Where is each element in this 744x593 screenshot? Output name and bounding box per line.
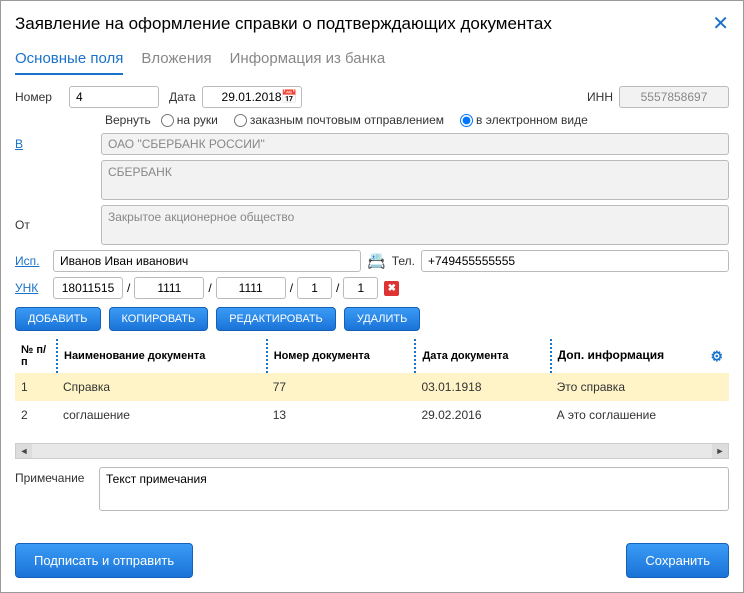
tel-label: Тел.: [392, 254, 415, 268]
cell: 03.01.1918: [415, 373, 550, 401]
save-button[interactable]: Сохранить: [626, 543, 729, 578]
unk-1[interactable]: [53, 277, 123, 299]
col-info-label: Доп. информация: [558, 348, 665, 362]
note-label: Примечание: [15, 467, 93, 511]
cell: 13: [267, 401, 416, 429]
from-input: Закрытое акционерное общество: [101, 205, 729, 245]
col-name[interactable]: Наименование документа: [57, 339, 267, 373]
unk-2[interactable]: [134, 277, 204, 299]
col-n[interactable]: № п/п: [15, 339, 57, 373]
add-contact-icon[interactable]: 📇: [367, 252, 386, 270]
col-date[interactable]: Дата документа: [415, 339, 550, 373]
sep: /: [127, 281, 130, 295]
radio-hands[interactable]: на руки: [161, 113, 218, 127]
unk-4[interactable]: [297, 277, 332, 299]
table-row[interactable]: 2 соглашение 13 29.02.2016 А это соглаше…: [15, 401, 729, 429]
isp-label[interactable]: Исп.: [15, 254, 47, 268]
tabs: Основные поля Вложения Информация из бан…: [1, 44, 743, 76]
from-label: От: [15, 218, 95, 232]
tel-input[interactable]: [421, 250, 729, 272]
tab-bankinfo[interactable]: Информация из банка: [230, 50, 386, 75]
radio-electronic[interactable]: в электронном виде: [460, 113, 588, 127]
cell: 77: [267, 373, 416, 401]
date-label: Дата: [169, 90, 196, 104]
scroll-left-icon[interactable]: ◄: [16, 444, 32, 458]
gear-icon[interactable]: ⚙: [710, 348, 723, 365]
scroll-right-icon[interactable]: ►: [712, 444, 728, 458]
cell: Это справка: [551, 373, 729, 401]
unk-5[interactable]: [343, 277, 378, 299]
radio-post[interactable]: заказным почтовым отправлением: [234, 113, 444, 127]
cell: А это соглашение: [551, 401, 729, 429]
radio-hands-label: на руки: [177, 113, 218, 127]
inn-label: ИНН: [587, 90, 613, 104]
to-extra: СБЕРБАНК: [101, 160, 729, 200]
delete-unk-icon[interactable]: ✖: [384, 281, 399, 296]
documents-table: № п/п Наименование документа Номер докум…: [15, 339, 729, 429]
unk-label[interactable]: УНК: [15, 281, 47, 295]
delete-button[interactable]: УДАЛИТЬ: [344, 307, 421, 331]
number-input[interactable]: [69, 86, 159, 108]
tab-main[interactable]: Основные поля: [15, 50, 123, 75]
date-input[interactable]: [202, 86, 302, 108]
close-icon[interactable]: ✕: [712, 11, 729, 36]
cell: 29.02.2016: [415, 401, 550, 429]
cell: соглашение: [57, 401, 267, 429]
note-input[interactable]: Текст примечания: [99, 467, 729, 511]
number-label: Номер: [15, 90, 63, 104]
cell: 2: [15, 401, 57, 429]
col-info[interactable]: Доп. информация ⚙: [551, 339, 729, 373]
to-input: [101, 133, 729, 155]
radio-electronic-label: в электронном виде: [476, 113, 588, 127]
sep: /: [208, 281, 211, 295]
sep: /: [336, 281, 339, 295]
isp-input[interactable]: [53, 250, 361, 272]
table-row[interactable]: 1 Справка 77 03.01.1918 Это справка: [15, 373, 729, 401]
inn-input: [619, 86, 729, 108]
window-title: Заявление на оформление справки о подтве…: [15, 14, 552, 34]
copy-button[interactable]: КОПИРОВАТЬ: [109, 307, 209, 331]
cell: 1: [15, 373, 57, 401]
unk-3[interactable]: [216, 277, 286, 299]
radio-post-label: заказным почтовым отправлением: [250, 113, 444, 127]
tab-attachments[interactable]: Вложения: [141, 50, 211, 75]
edit-button[interactable]: РЕДАКТИРОВАТЬ: [216, 307, 336, 331]
col-num[interactable]: Номер документа: [267, 339, 416, 373]
return-label: Вернуть: [105, 113, 151, 127]
h-scrollbar[interactable]: ◄ ►: [15, 443, 729, 459]
add-button[interactable]: ДОБАВИТЬ: [15, 307, 101, 331]
sep: /: [290, 281, 293, 295]
cell: Справка: [57, 373, 267, 401]
to-label[interactable]: В: [15, 137, 95, 151]
sign-send-button[interactable]: Подписать и отправить: [15, 543, 193, 578]
